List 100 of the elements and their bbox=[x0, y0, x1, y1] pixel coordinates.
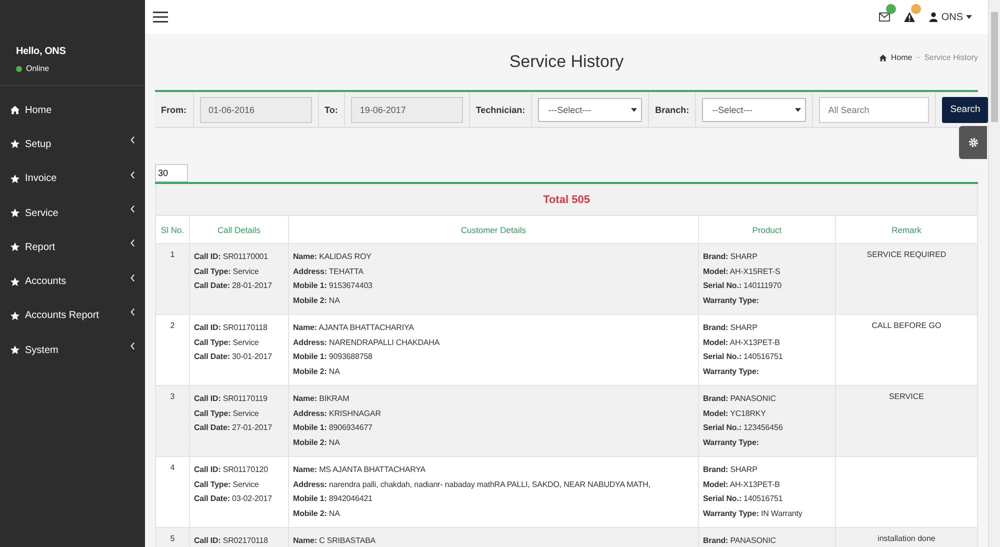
search-field[interactable]: All Search bbox=[819, 96, 930, 122]
call-detail: Call Type: Service bbox=[194, 408, 260, 420]
table-cell: 1 bbox=[156, 244, 190, 314]
warning-icon[interactable] bbox=[904, 12, 916, 22]
customer-detail: Mobile 1: 8906934677 bbox=[293, 422, 374, 434]
sidebar-item[interactable]: Service bbox=[0, 196, 145, 230]
sidebar-item[interactable]: System bbox=[0, 333, 145, 368]
call-detail: Call Type: Service bbox=[194, 336, 260, 349]
settings-button[interactable] bbox=[959, 126, 987, 159]
star-icon bbox=[10, 276, 20, 287]
product-detail: Brand: SHARP bbox=[702, 322, 758, 334]
sidebar-item[interactable]: Invoice bbox=[0, 162, 145, 196]
column-header: Remark bbox=[835, 216, 978, 244]
call-detail: Call ID: SR02170118 bbox=[194, 535, 270, 547]
page-title: Service History bbox=[509, 52, 624, 72]
sidebar-item[interactable]: Report bbox=[0, 230, 145, 264]
chevron-left-icon bbox=[130, 239, 135, 248]
filter-label: Technician: bbox=[470, 92, 532, 127]
chevron-left-icon bbox=[130, 136, 135, 144]
product-detail: Warranty Type: bbox=[702, 366, 760, 378]
table-cell: 3 bbox=[156, 386, 190, 456]
branch-select[interactable]: --Select--- bbox=[702, 98, 806, 122]
call-detail: Call Date: 28-01-2017 bbox=[194, 280, 273, 292]
date-field[interactable]: 19-06-2017 bbox=[350, 96, 463, 122]
call-detail: Call Date: 03-02-2017 bbox=[194, 493, 273, 506]
customer-detail: Mobile 1: 9093688758 bbox=[293, 351, 374, 364]
remark-text: installation done bbox=[878, 534, 936, 543]
remark-text: CALL BEFORE GO bbox=[872, 321, 942, 330]
customer-detail: Mobile 2: NA bbox=[293, 295, 341, 308]
technician-select[interactable]: ---Select--- bbox=[538, 98, 642, 122]
chevron-left-icon bbox=[130, 308, 135, 316]
product-detail: Brand: SHARP bbox=[702, 464, 758, 476]
user-icon bbox=[929, 12, 938, 22]
sidebar-item[interactable]: Accounts bbox=[0, 264, 145, 299]
product-detail: Warranty Type: bbox=[702, 437, 760, 450]
star-icon bbox=[10, 174, 20, 184]
call-detail: Call Type: Service bbox=[194, 266, 260, 278]
customer-detail: Address: KRISHNAGAR bbox=[293, 408, 382, 420]
customer-detail: Name: MS AJANTA BHATTACHARYA bbox=[293, 464, 427, 476]
caret-icon bbox=[966, 15, 972, 19]
status-text: Online bbox=[26, 64, 50, 73]
breadcrumb-current: Service History bbox=[924, 53, 978, 62]
product-detail: Serial No.: 140516751 bbox=[702, 493, 784, 506]
product-detail: Brand: SHARP bbox=[702, 251, 758, 263]
star-icon bbox=[10, 139, 20, 150]
chevron-left-icon bbox=[130, 205, 135, 214]
home-icon bbox=[10, 105, 20, 116]
menu-icon[interactable] bbox=[153, 11, 168, 23]
caret-icon bbox=[631, 108, 638, 112]
filter-label: To: bbox=[318, 92, 345, 127]
column-header: Call Details bbox=[190, 216, 288, 244]
sidebar-item[interactable]: Setup bbox=[0, 127, 145, 162]
product-detail: Serial No.: 140111970 bbox=[702, 280, 782, 292]
call-detail: Call Date: 30-01-2017 bbox=[194, 351, 273, 364]
customer-detail: Mobile 1: 9153674403 bbox=[293, 280, 374, 292]
product-detail: Model: AH-X15RET-S bbox=[702, 266, 782, 278]
product-detail: Brand: PANASONIC bbox=[702, 535, 777, 547]
customer-detail: Name: BIKRAM bbox=[293, 393, 350, 405]
total-count: Total 505 bbox=[156, 183, 978, 216]
sidebar-item[interactable]: Home bbox=[0, 93, 145, 128]
table-cell: 4 bbox=[156, 456, 190, 528]
customer-detail: Mobile 2: NA bbox=[293, 437, 341, 450]
user-menu[interactable]: ONS bbox=[929, 12, 978, 22]
scrollbar[interactable] bbox=[988, 0, 1000, 547]
call-detail: Call ID: SR01170119 bbox=[194, 393, 268, 405]
date-field[interactable]: 01-06-2016 bbox=[200, 96, 312, 122]
customer-detail: Address: TEHATTA bbox=[293, 266, 364, 278]
customer-detail: Name: C SRIBASTABA bbox=[293, 535, 377, 547]
call-detail: Call ID: SR01170118 bbox=[194, 322, 268, 334]
column-header: Customer Details bbox=[288, 216, 698, 244]
product-detail: Brand: PANASONIC bbox=[702, 393, 777, 405]
caret-icon bbox=[795, 108, 802, 112]
envelope-icon[interactable] bbox=[879, 12, 890, 22]
customer-detail: Mobile 1: 8942046421 bbox=[293, 493, 374, 506]
remark-text: SERVICE REQUIRED bbox=[866, 250, 946, 259]
table-cell: 2 bbox=[156, 314, 190, 386]
customer-detail: Address: narendra palli, chakdah, nadianr- nabaday mathRA PALLI, SAKDO, NEAR NABUDYA MATH, bbox=[293, 478, 652, 491]
call-detail: Call Type: Service bbox=[194, 478, 260, 491]
page-size-field[interactable]: 30 bbox=[155, 164, 188, 182]
search-button[interactable]: Search bbox=[942, 96, 988, 122]
product-detail: Model: AH-X13PET-B bbox=[702, 336, 781, 349]
customer-detail: Name: AJANTA BHATTACHARIYA bbox=[293, 322, 415, 334]
breadcrumb-link[interactable]: Home bbox=[890, 53, 912, 62]
chevron-left-icon bbox=[130, 170, 135, 179]
product-detail: Warranty Type: IN Warranty bbox=[702, 508, 804, 520]
star-icon bbox=[10, 310, 20, 321]
chevron-left-icon bbox=[130, 274, 135, 282]
customer-detail: Mobile 2: NA bbox=[293, 508, 341, 520]
customer-detail: Mobile 2: NA bbox=[293, 366, 341, 378]
product-detail: Model: YC18RKY bbox=[702, 408, 767, 420]
sidebar-item[interactable]: Accounts Report bbox=[0, 298, 145, 334]
filter-label: Branch: bbox=[649, 92, 696, 127]
user-greeting: Hello, ONS bbox=[16, 46, 66, 57]
product-detail: Warranty Type: bbox=[702, 295, 760, 308]
table-cell: 5 bbox=[156, 528, 190, 547]
remark-text: SERVICE bbox=[888, 392, 924, 401]
customer-detail: Name: KALIDAS ROY bbox=[293, 251, 372, 263]
filter-label: From: bbox=[155, 92, 194, 127]
product-detail: Serial No.: 123456456 bbox=[702, 422, 784, 434]
product-detail: Model: AH-X13PET-B bbox=[702, 478, 781, 491]
